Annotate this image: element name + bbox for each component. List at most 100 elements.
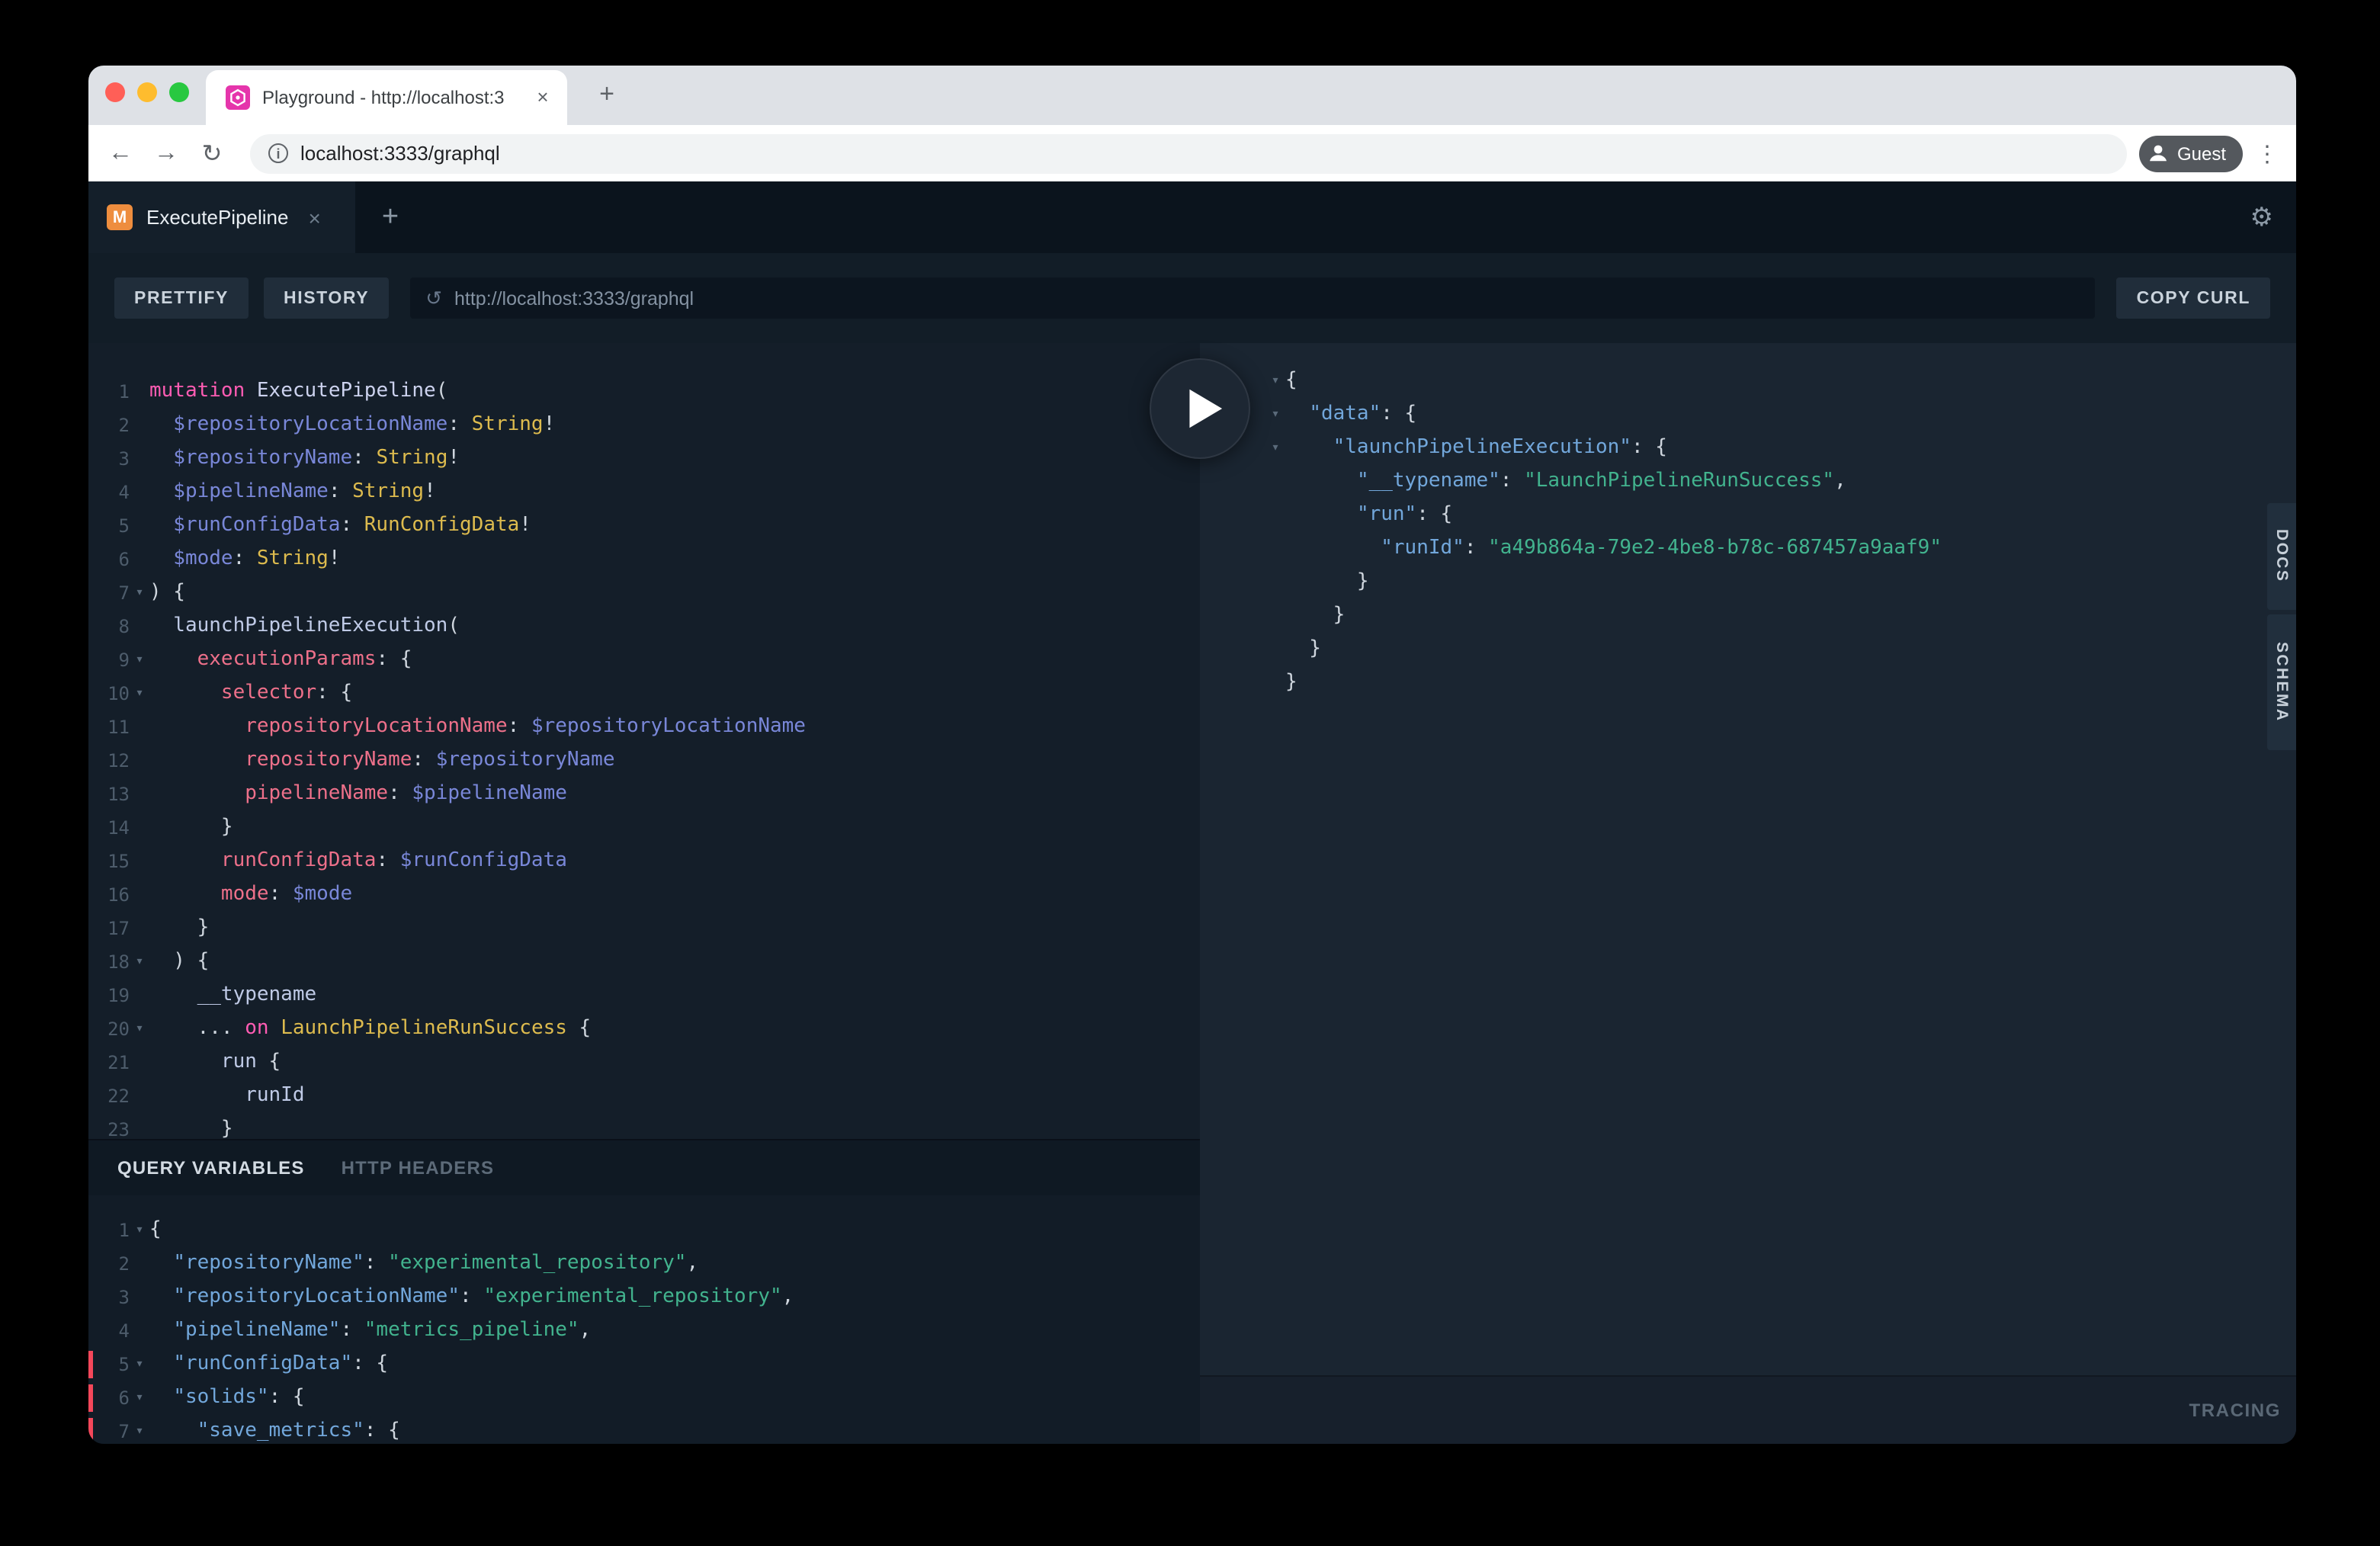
fold-icon[interactable]: ▾ bbox=[130, 643, 149, 677]
code-line[interactable]: 1mutation ExecutePipeline( bbox=[88, 375, 1200, 409]
fold-icon[interactable]: ▾ bbox=[130, 945, 149, 979]
site-info-icon[interactable]: i bbox=[268, 143, 288, 163]
fold-icon[interactable]: ▾ bbox=[130, 576, 149, 610]
history-button[interactable]: HISTORY bbox=[264, 277, 389, 319]
fold-icon[interactable]: ▾ bbox=[130, 1415, 149, 1444]
schema-tab[interactable]: SCHEMA bbox=[2267, 614, 2296, 750]
code-line: } bbox=[1265, 599, 2296, 633]
query-variables-tab[interactable]: QUERY VARIABLES bbox=[117, 1157, 305, 1179]
line-number: 2 bbox=[88, 1247, 130, 1281]
add-session-button[interactable]: + bbox=[355, 181, 425, 253]
line-number: 1 bbox=[88, 375, 130, 409]
code-text: repositoryLocationName: $repositoryLocat… bbox=[149, 710, 1200, 744]
browser-menu-button[interactable]: ⋮ bbox=[2250, 140, 2284, 167]
code-text: repositoryName: $repositoryName bbox=[149, 744, 1200, 778]
code-line[interactable]: 4 "pipelineName": "metrics_pipeline", bbox=[88, 1314, 1200, 1348]
browser-tab[interactable]: Playground - http://localhost:3 × bbox=[206, 70, 567, 125]
code-line[interactable]: 5▾ "runConfigData": { bbox=[88, 1348, 1200, 1381]
fold-icon[interactable]: ▾ bbox=[130, 1348, 149, 1381]
browser-toolbar: ← → ↻ i localhost:3333/graphql Guest ⋮ bbox=[88, 125, 2296, 181]
http-headers-tab[interactable]: HTTP HEADERS bbox=[342, 1157, 495, 1179]
line-number: 18 bbox=[88, 945, 130, 979]
back-button[interactable]: ← bbox=[101, 133, 140, 173]
code-text: "pipelineName": "metrics_pipeline", bbox=[149, 1314, 1200, 1348]
code-line: } bbox=[1265, 666, 2296, 700]
session-tab-bar: M ExecutePipeline × + ⚙ bbox=[88, 181, 2296, 253]
history-undo-icon[interactable]: ↺ bbox=[425, 286, 442, 310]
session-tab[interactable]: M ExecutePipeline × bbox=[88, 181, 355, 253]
code-line[interactable]: 20▾ ... on LaunchPipelineRunSuccess { bbox=[88, 1012, 1200, 1046]
session-badge: M bbox=[107, 204, 133, 230]
new-tab-button[interactable]: + bbox=[592, 79, 622, 110]
code-line[interactable]: 13 pipelineName: $pipelineName bbox=[88, 778, 1200, 811]
fold-spacer bbox=[130, 845, 149, 878]
code-line[interactable]: 22 runId bbox=[88, 1079, 1200, 1113]
copy-curl-button[interactable]: COPY CURL bbox=[2117, 277, 2270, 319]
fold-spacer bbox=[1265, 465, 1285, 499]
fold-icon[interactable]: ▾ bbox=[1265, 364, 1285, 398]
line-number: 7 bbox=[88, 576, 130, 610]
fold-spacer bbox=[130, 878, 149, 912]
code-line[interactable]: 16 mode: $mode bbox=[88, 878, 1200, 912]
code-line[interactable]: 19 __typename bbox=[88, 979, 1200, 1012]
query-editor[interactable]: 1mutation ExecutePipeline(2 $repositoryL… bbox=[88, 343, 1200, 1139]
code-line[interactable]: 9▾ executionParams: { bbox=[88, 643, 1200, 677]
execute-button[interactable] bbox=[1150, 358, 1250, 459]
code-line[interactable]: 14 } bbox=[88, 811, 1200, 845]
code-text: } bbox=[1285, 566, 2296, 599]
tab-close-icon[interactable]: × bbox=[531, 85, 555, 110]
forward-button[interactable]: → bbox=[146, 133, 186, 173]
fold-icon[interactable]: ▾ bbox=[130, 1214, 149, 1247]
url-text: localhost:3333/graphql bbox=[300, 142, 500, 165]
code-line: "runId": "a49b864a-79e2-4be8-b78c-687457… bbox=[1265, 532, 2296, 566]
code-line[interactable]: 12 repositoryName: $repositoryName bbox=[88, 744, 1200, 778]
code-line[interactable]: 8 launchPipelineExecution( bbox=[88, 610, 1200, 643]
code-line[interactable]: 15 runConfigData: $runConfigData bbox=[88, 845, 1200, 878]
fold-spacer bbox=[1265, 599, 1285, 633]
fold-spacer bbox=[130, 610, 149, 643]
fold-spacer bbox=[1265, 499, 1285, 532]
code-line[interactable]: 3 $repositoryName: String! bbox=[88, 442, 1200, 476]
code-line[interactable]: 1▾{ bbox=[88, 1214, 1200, 1247]
fold-icon[interactable]: ▾ bbox=[130, 677, 149, 710]
fold-spacer bbox=[130, 375, 149, 409]
close-window-button[interactable] bbox=[104, 82, 124, 101]
code-line[interactable]: 17 } bbox=[88, 912, 1200, 945]
variables-editor[interactable]: 1▾{2 "repositoryName": "experimental_rep… bbox=[88, 1195, 1200, 1444]
code-line[interactable]: 11 repositoryLocationName: $repositoryLo… bbox=[88, 710, 1200, 744]
code-line[interactable]: 23 } bbox=[88, 1113, 1200, 1139]
endpoint-field[interactable]: ↺ http://localhost:3333/graphql bbox=[410, 277, 2095, 319]
code-line[interactable]: 21 run { bbox=[88, 1046, 1200, 1079]
code-line[interactable]: 7▾ "save_metrics": { bbox=[88, 1415, 1200, 1444]
fold-icon[interactable]: ▾ bbox=[130, 1012, 149, 1046]
line-number: 8 bbox=[88, 610, 130, 643]
code-line[interactable]: 2 $repositoryLocationName: String! bbox=[88, 409, 1200, 442]
profile-button[interactable]: Guest bbox=[2139, 135, 2243, 172]
fold-icon[interactable]: ▾ bbox=[1265, 398, 1285, 431]
code-line[interactable]: 4 $pipelineName: String! bbox=[88, 476, 1200, 509]
code-line[interactable]: 2 "repositoryName": "experimental_reposi… bbox=[88, 1247, 1200, 1281]
code-text: launchPipelineExecution( bbox=[149, 610, 1200, 643]
maximize-window-button[interactable] bbox=[168, 82, 188, 101]
code-text: "__typename": "LaunchPipelineRunSuccess"… bbox=[1285, 465, 2296, 499]
fold-spacer bbox=[130, 744, 149, 778]
code-line[interactable]: 18▾ ) { bbox=[88, 945, 1200, 979]
session-tab-close-icon[interactable]: × bbox=[308, 205, 320, 229]
address-bar[interactable]: i localhost:3333/graphql bbox=[250, 133, 2127, 173]
prettify-button[interactable]: PRETTIFY bbox=[114, 277, 249, 319]
fold-icon[interactable]: ▾ bbox=[1265, 431, 1285, 465]
code-line[interactable]: 7▾) { bbox=[88, 576, 1200, 610]
fold-spacer bbox=[130, 1247, 149, 1281]
docs-tab[interactable]: DOCS bbox=[2267, 503, 2296, 610]
reload-button[interactable]: ↻ bbox=[192, 133, 232, 173]
code-text: runConfigData: $runConfigData bbox=[149, 845, 1200, 878]
settings-gear-icon[interactable]: ⚙ bbox=[2250, 202, 2297, 233]
code-line[interactable]: 3 "repositoryLocationName": "experimenta… bbox=[88, 1281, 1200, 1314]
code-line[interactable]: 6 $mode: String! bbox=[88, 543, 1200, 576]
tracing-toggle[interactable]: TRACING bbox=[2189, 1400, 2281, 1421]
fold-icon[interactable]: ▾ bbox=[130, 1381, 149, 1415]
code-line[interactable]: 5 $runConfigData: RunConfigData! bbox=[88, 509, 1200, 543]
code-line[interactable]: 6▾ "solids": { bbox=[88, 1381, 1200, 1415]
minimize-window-button[interactable] bbox=[136, 82, 156, 101]
code-line[interactable]: 10▾ selector: { bbox=[88, 677, 1200, 710]
